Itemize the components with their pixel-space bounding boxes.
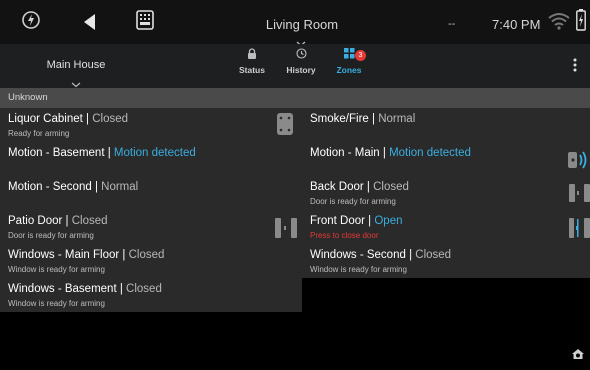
room-title[interactable]: Living Room <box>250 17 354 32</box>
zone-name: Motion - Basement <box>8 147 105 159</box>
zone-liquor-cabinet[interactable]: Liquor Cabinet | Closed Ready for arming <box>0 108 302 142</box>
motion-sensor-icon <box>568 148 588 172</box>
zone-name: Windows - Basement <box>8 283 117 295</box>
zone-windows-second[interactable]: Windows - Second | Closed Window is read… <box>302 244 590 278</box>
clock-icon <box>295 48 307 59</box>
zone-substatus[interactable]: Press to close door <box>310 231 378 240</box>
zone-name: Liquor Cabinet <box>8 113 83 125</box>
zone-name: Windows - Main Floor <box>8 249 120 261</box>
zone-status: Closed <box>415 249 452 261</box>
zone-status: Motion detected <box>113 147 196 159</box>
zone-back-door[interactable]: Back Door | Closed Door is ready for arm… <box>302 176 590 210</box>
zone-substatus: Ready for arming <box>8 129 70 138</box>
tab-history-label: History <box>286 65 316 75</box>
zone-substatus: Door is ready for arming <box>310 197 396 206</box>
door-sensor-icon <box>274 217 298 239</box>
zone-substatus: Window is ready for arming <box>8 299 105 308</box>
zone-windows-main-floor[interactable]: Windows - Main Floor | Closed Window is … <box>0 244 302 278</box>
zone-substatus: Window is ready for arming <box>8 265 105 274</box>
status-dash: -- <box>448 18 456 30</box>
zone-status: Open <box>374 215 403 227</box>
door-sensor-icon <box>568 183 590 203</box>
wifi-icon <box>548 12 570 30</box>
zone-status: Closed <box>126 283 162 295</box>
zone-motion-main[interactable]: Motion - Main | Motion detected <box>302 142 590 176</box>
zone-list: Liquor Cabinet | Closed Ready for arming… <box>0 108 590 312</box>
zone-status: Normal <box>378 113 416 125</box>
zone-name: Patio Door <box>8 215 63 227</box>
location-selector[interactable]: Main House <box>36 59 116 71</box>
zone-patio-door[interactable]: Patio Door | Closed Door is ready for ar… <box>0 210 302 244</box>
zones-badge: 3 <box>355 50 366 61</box>
top-bar: Living Room -- 7:40 PM <box>0 0 590 47</box>
tab-status[interactable]: Status <box>232 48 272 75</box>
contact-sensor-icon <box>276 112 294 136</box>
zone-status: Normal <box>101 181 139 193</box>
zone-motion-basement[interactable]: Motion - Basement | Motion detected <box>0 142 302 176</box>
zone-name: Windows - Second <box>310 249 406 261</box>
section-header: Unknown <box>0 88 590 108</box>
zone-substatus: Window is ready for arming <box>310 265 407 274</box>
zone-status: Closed <box>92 113 129 125</box>
zone-windows-basement[interactable]: Windows - Basement | Closed Window is re… <box>0 278 302 312</box>
zone-status: Closed <box>71 215 108 227</box>
section-title: Unknown <box>8 92 48 103</box>
zone-front-door[interactable]: Front Door | Open Press to close door <box>302 210 590 244</box>
home-settings-icon[interactable] <box>571 347 585 359</box>
zone-name: Back Door <box>310 181 364 193</box>
battery-icon <box>576 9 586 31</box>
tab-zones-label: Zones <box>336 65 362 75</box>
chevron-down-icon[interactable] <box>71 75 81 88</box>
app-logo-icon[interactable] <box>21 10 41 30</box>
tab-status-label: Status <box>239 65 265 75</box>
zone-smoke-fire[interactable]: Smoke/Fire | Normal <box>302 108 590 142</box>
more-menu-icon[interactable] <box>573 58 577 72</box>
zone-name: Motion - Second <box>8 181 92 193</box>
zone-name: Smoke/Fire <box>310 113 369 125</box>
door-open-icon <box>568 217 590 239</box>
clock-time: 7:40 PM <box>492 17 541 32</box>
lock-icon <box>247 48 257 59</box>
zone-status: Closed <box>128 249 165 261</box>
zone-name: Front Door <box>310 215 365 227</box>
chevron-down-icon[interactable] <box>296 34 306 47</box>
zone-motion-second[interactable]: Motion - Second | Normal <box>0 176 302 210</box>
grid-icon <box>343 48 355 59</box>
keypad-icon[interactable] <box>136 10 154 30</box>
zone-status: Closed <box>373 181 409 193</box>
zone-name: Motion - Main <box>310 147 380 159</box>
tab-history[interactable]: History <box>281 48 321 75</box>
empty-cell <box>302 278 590 312</box>
zone-status: Motion detected <box>389 147 471 159</box>
zone-substatus: Door is ready for arming <box>8 231 94 240</box>
back-icon[interactable] <box>82 13 98 31</box>
